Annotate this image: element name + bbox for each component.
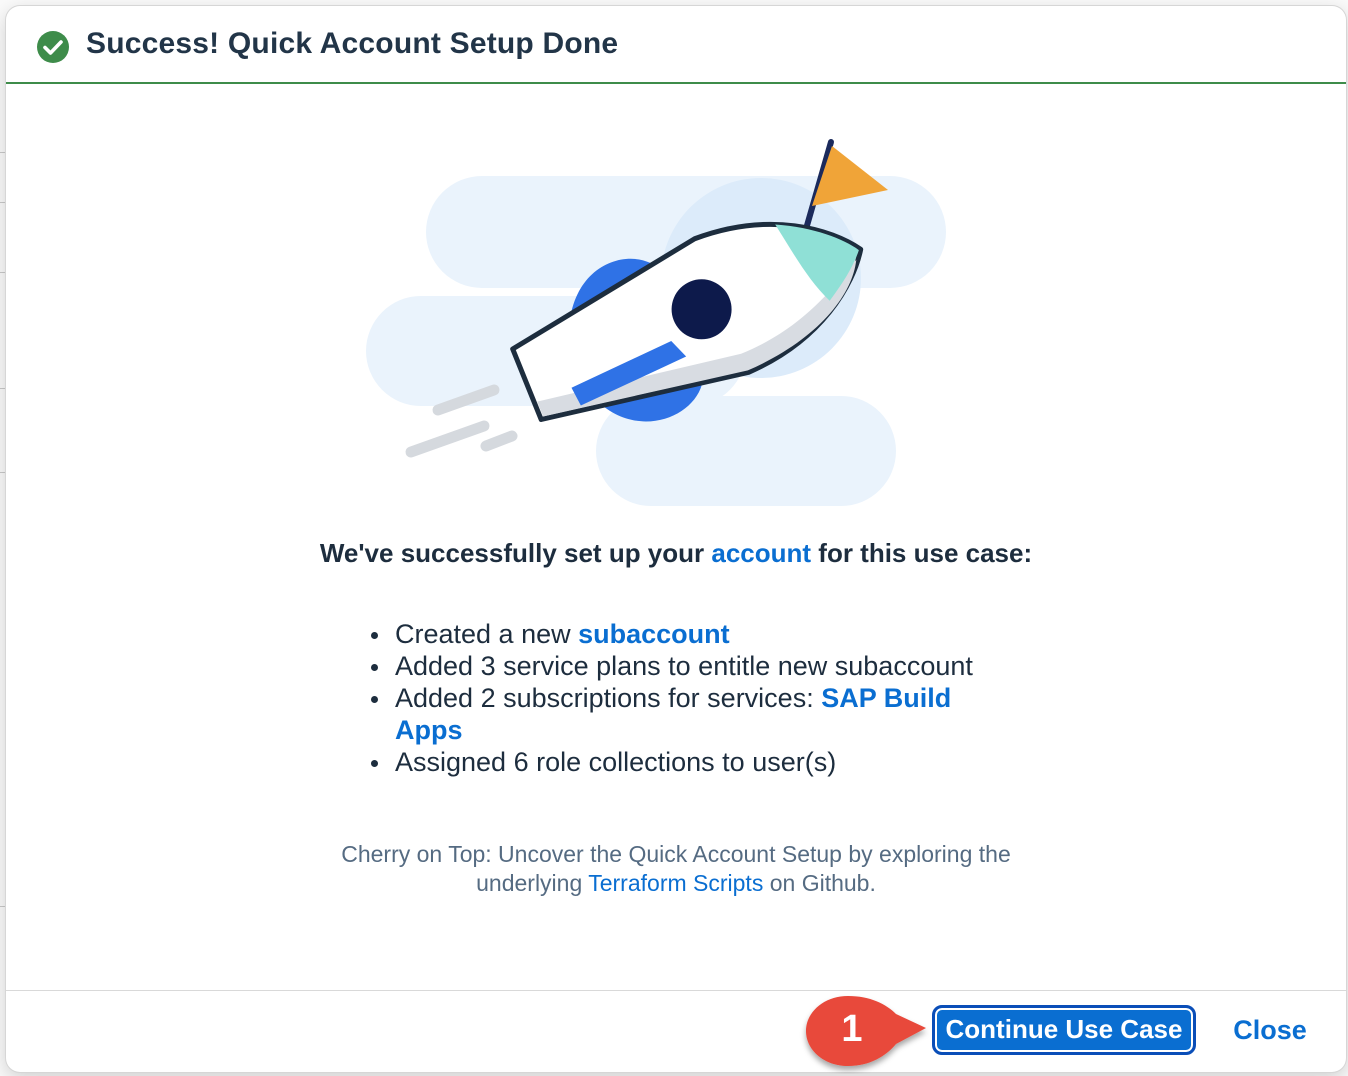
success-dialog: Success! Quick Account Setup Done We've … — [6, 6, 1346, 1072]
footnote-prefix: underlying — [476, 870, 589, 896]
subaccount-link[interactable]: subaccount — [578, 619, 730, 649]
step-callout-marker — [806, 996, 926, 1066]
step-text: Added 3 service plans to entitle new sub… — [395, 651, 973, 681]
step-text: Assigned 6 role collections to user(s) — [395, 747, 837, 777]
heading-prefix: We've successfully set up your — [319, 538, 712, 568]
check-circle-icon — [37, 31, 69, 63]
dialog-footer: Continue Use Case Close — [6, 990, 1346, 1072]
continue-use-case-button[interactable]: Continue Use Case — [932, 1005, 1196, 1055]
heading-suffix: for this use case: — [811, 538, 1033, 568]
footnote-line1: Cherry on Top: Uncover the Quick Account… — [341, 841, 1011, 867]
account-link[interactable]: account — [711, 538, 811, 568]
rocket-with-flag-illustration — [366, 139, 946, 506]
step-text: Created a new — [395, 619, 579, 649]
callout-number: 1 — [841, 1008, 863, 1050]
terraform-scripts-link[interactable]: Terraform Scripts — [588, 870, 763, 896]
footnote-suffix: on Github. — [763, 870, 876, 896]
footnote-line2: underlying Terraform Scripts on Github. — [306, 869, 1046, 898]
setup-steps-list: Created a new subaccount Added 3 service… — [368, 618, 1008, 778]
cherry-on-top-note: Cherry on Top: Uncover the Quick Account… — [306, 840, 1046, 898]
dialog-header: Success! Quick Account Setup Done — [6, 6, 1346, 84]
step-text: Added 2 subscriptions for services: — [395, 683, 822, 713]
close-button[interactable]: Close — [1210, 1007, 1330, 1053]
list-item: Created a new subaccount — [368, 618, 1008, 650]
dialog-title: Success! Quick Account Setup Done — [86, 27, 619, 60]
list-item: Assigned 6 role collections to user(s) — [368, 746, 1008, 778]
list-item: Added 2 subscriptions for services: SAP … — [368, 682, 1008, 746]
success-heading: We've successfully set up your account f… — [6, 538, 1346, 569]
list-item: Added 3 service plans to entitle new sub… — [368, 650, 1008, 682]
